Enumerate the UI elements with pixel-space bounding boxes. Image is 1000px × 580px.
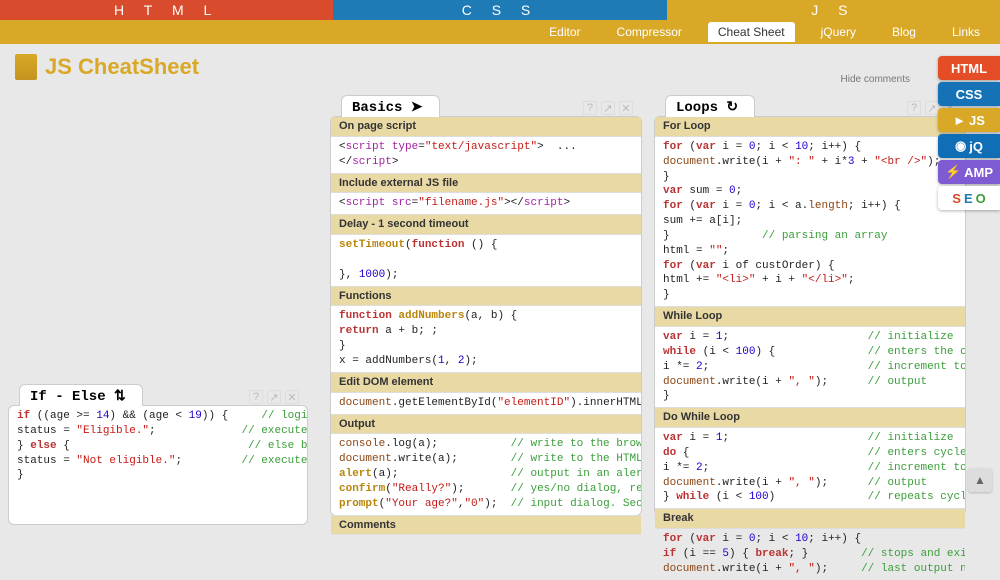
code-block: for (var i = 0; i < 10; i++) { document.… <box>655 137 965 306</box>
card-title-basics: Basics ➤ <box>341 95 440 117</box>
card-actions: ? ↗ ✕ <box>249 390 299 404</box>
code-block: document.getElementById("elementID").inn… <box>331 393 641 414</box>
back-to-top-button[interactable]: ▲ <box>968 468 992 492</box>
side-badge-amp[interactable]: ⚡AMP <box>938 160 1000 184</box>
section-header: Break <box>655 508 965 529</box>
code-block: setTimeout(function () { }, 1000); <box>331 235 641 286</box>
section-header: Include external JS file <box>331 173 641 194</box>
globe-icon: ◉ <box>955 138 966 154</box>
code-block: function addNumbers(a, b) { return a + b… <box>331 306 641 371</box>
section-header: Delay - 1 second timeout <box>331 214 641 235</box>
subnav-compressor[interactable]: Compressor <box>607 22 692 42</box>
card-body: if ((age >= 14) && (age < 19)) { // logi… <box>9 406 307 486</box>
top-tab-html[interactable]: H T M L <box>0 0 333 20</box>
link-icon[interactable]: ↗ <box>925 101 939 115</box>
arrow-up-icon: ▲ <box>974 473 986 487</box>
card-ifelse: If - Else ⇅ ? ↗ ✕ if ((age >= 14) && (ag… <box>8 405 308 525</box>
card-loops: Loops ↻ ? ↗ ✕ For Loop for (var i = 0; i… <box>654 116 966 516</box>
code-block: if ((age >= 14) && (age < 19)) { // logi… <box>9 406 307 486</box>
side-badge-css[interactable]: CSS <box>938 82 1000 106</box>
section-header: While Loop <box>655 306 965 327</box>
code-block: for (var i = 0; i < 10; i++) { if (i == … <box>655 529 965 580</box>
help-icon[interactable]: ? <box>249 390 263 404</box>
code-block: var i = 1; // initialize do { // enters … <box>655 428 965 508</box>
section-header: Comments <box>331 515 641 536</box>
side-badges: HTML CSS ►JS ◉jQ ⚡AMP SEO <box>938 56 1000 210</box>
lightning-icon: ⚡ <box>945 164 961 180</box>
subnav-links[interactable]: Links <box>942 22 990 42</box>
top-tab-css[interactable]: C S S <box>333 0 666 20</box>
play-icon: ► <box>953 113 966 128</box>
link-icon[interactable]: ↗ <box>267 390 281 404</box>
close-icon[interactable]: ✕ <box>619 101 633 115</box>
section-header: Edit DOM element <box>331 372 641 393</box>
section-header: Output <box>331 414 641 435</box>
card-actions: ? ↗ ✕ <box>583 101 633 115</box>
page-title: JS CheatSheet <box>45 54 199 80</box>
subnav-cheatsheet[interactable]: Cheat Sheet <box>708 22 795 42</box>
page: JS CheatSheet Hide comments <box>0 44 1000 90</box>
side-badge-jquery[interactable]: ◉jQ <box>938 134 1000 158</box>
link-icon[interactable]: ↗ <box>601 101 615 115</box>
side-badge-js[interactable]: ►JS <box>938 108 1000 132</box>
logo-row: JS CheatSheet <box>15 54 985 80</box>
close-icon[interactable]: ✕ <box>285 390 299 404</box>
section-header: Functions <box>331 286 641 307</box>
subnav-blog[interactable]: Blog <box>882 22 926 42</box>
card-title-ifelse: If - Else ⇅ <box>19 384 143 406</box>
top-tabs: H T M L C S S J S <box>0 0 1000 20</box>
section-header: For Loop <box>655 117 965 137</box>
code-block: <script type="text/javascript"> ... </sc… <box>331 137 641 173</box>
card-basics: Basics ➤ ? ↗ ✕ On page script <script ty… <box>330 116 642 516</box>
card-title-loops: Loops ↻ <box>665 95 755 117</box>
section-header: On page script <box>331 117 641 137</box>
top-tab-js[interactable]: J S <box>667 0 1000 20</box>
code-block: var i = 1; // initialize while (i < 100)… <box>655 327 965 407</box>
subnav-jquery[interactable]: jQuery <box>811 22 866 42</box>
help-icon[interactable]: ? <box>907 101 921 115</box>
card-body: On page script <script type="text/javasc… <box>331 117 641 535</box>
code-block: <script src="filename.js"></script> <box>331 193 641 214</box>
help-icon[interactable]: ? <box>583 101 597 115</box>
code-block: console.log(a); // write to the browser … <box>331 434 641 514</box>
side-badge-html[interactable]: HTML <box>938 56 1000 80</box>
subnav-editor[interactable]: Editor <box>539 22 590 42</box>
bag-icon <box>15 54 37 80</box>
hide-comments-button[interactable]: Hide comments <box>841 74 910 85</box>
side-badge-seo[interactable]: SEO <box>938 186 1000 210</box>
section-header: Do While Loop <box>655 407 965 428</box>
card-body: For Loop for (var i = 0; i < 10; i++) { … <box>655 117 965 580</box>
sub-nav: Editor Compressor Cheat Sheet jQuery Blo… <box>0 20 1000 44</box>
